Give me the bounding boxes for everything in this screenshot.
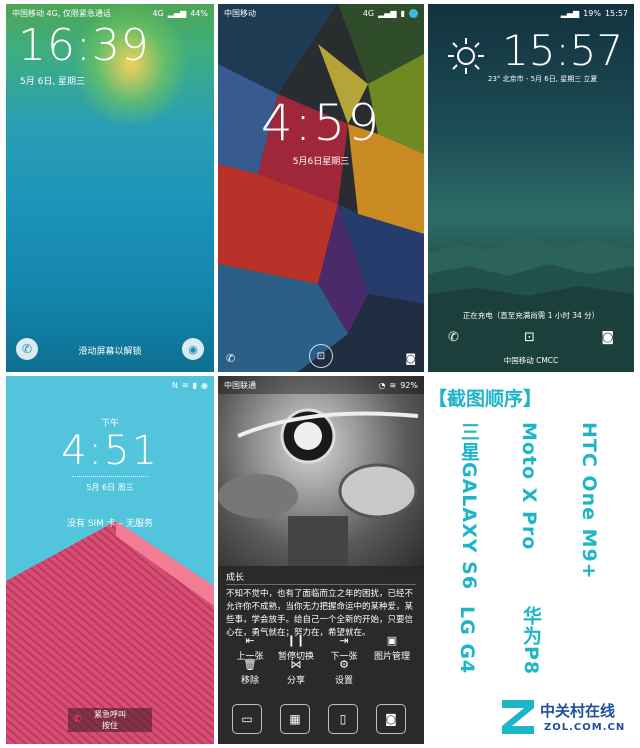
network-label: 4G xyxy=(362,8,375,18)
charging-status: 正在充电（直至充满尚需 1 小时 34 分） xyxy=(462,311,600,320)
signal-icon: ▂▄▆ xyxy=(560,8,580,18)
unlock-button[interactable]: ⊡ xyxy=(309,344,333,368)
gear-icon: ⚙ xyxy=(339,658,349,671)
status-time: 15:57 xyxy=(604,8,628,18)
label-htc: HTC One M9+ xyxy=(578,422,600,580)
flashlight-icon: ▯ xyxy=(339,712,347,726)
logo-text: 中关村在线 xyxy=(540,702,616,720)
carrier-label: 中国移动 4G, 仅限紧急通话 xyxy=(12,8,111,18)
zol-logo: 中关村在线 ZOL.COM.CN xyxy=(498,694,634,742)
camera-icon[interactable]: ◙ xyxy=(405,352,416,365)
clock-date: 5月6日星期三 xyxy=(292,157,350,167)
phone-icon[interactable]: ✆ xyxy=(226,352,235,365)
lg-lockscreen: N ≋ ▮ ◉ 下午 4:51 5月 6日 周三 没有 SIM 卡 – 无服务 … xyxy=(6,376,214,744)
carrier-label: 中国移动 CMCC xyxy=(503,356,559,365)
battery-label: 44% xyxy=(190,8,208,18)
battery-label: 92% xyxy=(400,380,418,390)
camera-shortcut[interactable]: ◙ xyxy=(376,704,406,734)
divider xyxy=(72,476,148,477)
weather-line: 23° 北京市 - 5月 6日, 星期三 立夏 xyxy=(488,75,598,83)
manage-label: 图片管理 xyxy=(373,652,410,662)
sun-icon xyxy=(448,38,484,74)
huawei-lockscreen: 中国联通 ◔ ≋ 92% 成长 不知不觉中，也有了面临而立之年的困扰，已经不允许… xyxy=(218,376,424,744)
battery-label: 19% xyxy=(583,8,601,18)
clock-date: 5月 6日, 星期三 xyxy=(20,77,86,87)
caption-title: 成长 xyxy=(226,573,245,583)
gallery-icon: ▣ xyxy=(386,634,398,647)
settings-button[interactable]: ⚙ 设置 xyxy=(314,658,374,686)
carrier-label: 中国移动 xyxy=(224,8,256,18)
nfc-icon: N xyxy=(171,380,178,390)
clock-time: 4:51 xyxy=(61,428,159,474)
title-divider xyxy=(226,584,416,585)
signal-icon: ▂▄▆ xyxy=(378,8,397,18)
share-label: 分享 xyxy=(286,676,305,686)
account-icon xyxy=(409,8,418,18)
legend-heading: 【截图顺序】 xyxy=(428,388,543,410)
signal-icon: ▂▄▆ xyxy=(167,8,187,18)
label-lg: LG G4 xyxy=(456,606,478,675)
network-label: 4G xyxy=(152,8,164,18)
hold-label: 按住 xyxy=(102,721,118,730)
htc-lockscreen: ▂▄▆ 19% 15:57 15:57 23° 北京市 - 5月 6日, 星期三… xyxy=(428,4,634,372)
lock-icon: ⊡ xyxy=(316,350,326,362)
motorcycle-shapes xyxy=(218,408,419,566)
battery-icon: ▮ xyxy=(400,8,405,18)
zol-logo-mark xyxy=(502,700,534,734)
moto-lockscreen: 中国移动 4G ▂▄▆ ▮ 4:59 5月6日星期三 ✆ ⊡ ◙ xyxy=(218,4,424,372)
calculator-shortcut[interactable]: ▦ xyxy=(280,704,310,734)
camera-icon: ◙ xyxy=(385,712,397,726)
camera-shortcut[interactable]: ◉ xyxy=(182,338,204,360)
motorcycle-photo xyxy=(218,376,424,571)
battery-icon: ▮ xyxy=(192,380,198,390)
label-moto: Moto X Pro xyxy=(518,422,540,551)
emergency-call-button[interactable]: 紧急呼叫 按住 ✆ xyxy=(68,708,152,732)
emergency-label: 紧急呼叫 xyxy=(94,710,126,719)
label-galaxy: 三星GALAXY S6 xyxy=(458,422,480,591)
galaxy-lockscreen: 中国移动 4G, 仅限紧急通话 4G ▂▄▆ 44% 16:39 5月 6日, … xyxy=(6,4,214,372)
settings-label: 设置 xyxy=(334,676,353,686)
clock-time: 15:57 xyxy=(502,26,624,75)
recorder-shortcut[interactable]: ▭ xyxy=(232,704,262,734)
clock-date: 5月 6日 周三 xyxy=(86,483,134,492)
status-bar: N ≋ ▮ ◉ xyxy=(6,376,214,394)
status-bar: 中国移动 4G ▂▄▆ ▮ xyxy=(218,4,424,22)
lock-icon[interactable]: ⊡ xyxy=(524,330,535,345)
account-icon: ◉ xyxy=(201,380,208,390)
phone-icon: ✆ xyxy=(73,714,82,725)
recorder-icon: ▭ xyxy=(241,712,253,726)
wifi-icon: ≋ xyxy=(181,380,189,390)
camera-icon[interactable]: ◙ xyxy=(601,330,614,345)
wifi-icon: ≋ xyxy=(389,380,397,390)
status-bar: ▂▄▆ 19% 15:57 xyxy=(428,4,634,22)
clock-time: 4:59 xyxy=(260,94,382,152)
logo-url: ZOL.COM.CN xyxy=(544,722,626,733)
alarm-icon: ◔ xyxy=(378,380,386,390)
remove-label: 移除 xyxy=(240,676,259,686)
label-huawei: 华为P8 xyxy=(520,606,542,676)
phone-icon[interactable]: ✆ xyxy=(448,330,459,345)
status-bar: 中国联通 ◔ ≋ 92% xyxy=(218,376,424,394)
flashlight-shortcut[interactable]: ▯ xyxy=(328,704,358,734)
clock-time: 16:39 xyxy=(18,20,150,71)
camera-icon: ◉ xyxy=(188,342,198,356)
carrier-label: 中国联通 xyxy=(224,380,256,390)
calculator-icon: ▦ xyxy=(289,712,301,726)
sim-status: 没有 SIM 卡 – 无服务 xyxy=(66,519,154,529)
caption-text: 不知不觉中，也有了面临而立之年的困扰，已经不允许你不成熟，当你无力把握命运中的某… xyxy=(226,589,414,638)
wallpaper-polygons xyxy=(218,4,424,372)
